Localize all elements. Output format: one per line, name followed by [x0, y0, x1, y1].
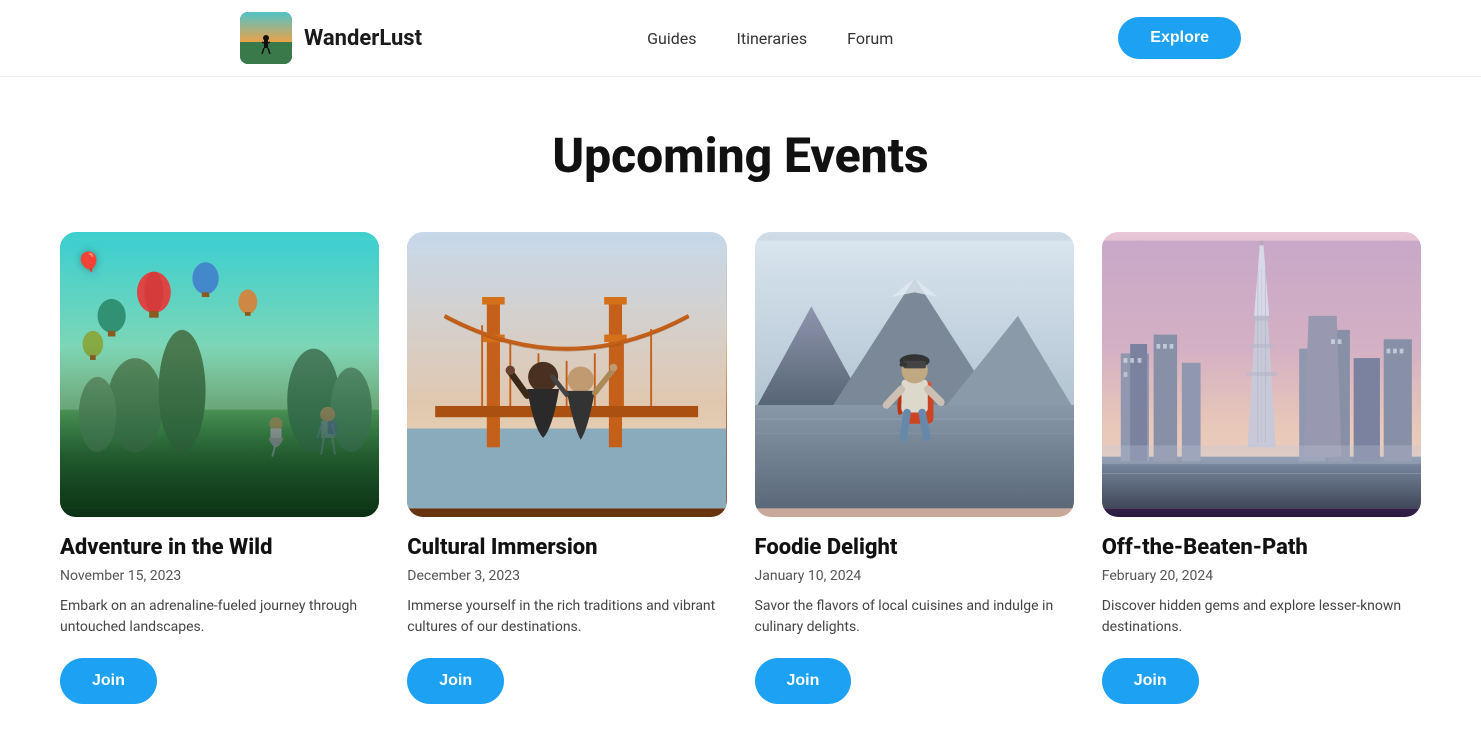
- event-image-foodie-delight: [755, 232, 1074, 517]
- event-name-foodie-delight: Foodie Delight: [755, 535, 1074, 560]
- event-desc-adventure-wild: Embark on an adrenaline-fueled journey t…: [60, 596, 379, 638]
- brand: WanderLust: [240, 12, 422, 64]
- event-desc-foodie-delight: Savor the flavors of local cuisines and …: [755, 596, 1074, 638]
- explore-button[interactable]: Explore: [1118, 17, 1241, 59]
- event-card-foodie-delight: Foodie Delight January 10, 2024 Savor th…: [755, 232, 1074, 704]
- page-title: Upcoming Events: [60, 127, 1421, 184]
- event-name-cultural-immersion: Cultural Immersion: [407, 535, 726, 560]
- event-card-cultural-immersion: Cultural Immersion December 3, 2023 Imme…: [407, 232, 726, 704]
- navbar-links: Guides Itineraries Forum: [647, 29, 893, 48]
- event-date-adventure-wild: November 15, 2023: [60, 568, 379, 584]
- join-button-cultural-immersion[interactable]: Join: [407, 658, 504, 704]
- event-image-adventure-wild: [60, 232, 379, 517]
- event-name-off-beaten-path: Off-the-Beaten-Path: [1102, 535, 1421, 560]
- main-content: Upcoming Events: [0, 77, 1481, 744]
- events-grid: Adventure in the Wild November 15, 2023 …: [60, 232, 1421, 704]
- brand-name: WanderLust: [304, 26, 422, 51]
- nav-link-forum[interactable]: Forum: [847, 29, 893, 48]
- event-date-off-beaten-path: February 20, 2024: [1102, 568, 1421, 584]
- nav-link-guides[interactable]: Guides: [647, 29, 696, 48]
- join-button-foodie-delight[interactable]: Join: [755, 658, 852, 704]
- event-image-off-beaten-path: [1102, 232, 1421, 517]
- nav-link-itineraries[interactable]: Itineraries: [736, 29, 807, 48]
- event-date-cultural-immersion: December 3, 2023: [407, 568, 726, 584]
- navbar: WanderLust Guides Itineraries Forum Expl…: [0, 0, 1481, 77]
- event-desc-cultural-immersion: Immerse yourself in the rich traditions …: [407, 596, 726, 638]
- event-image-cultural-immersion: [407, 232, 726, 517]
- brand-logo: [240, 12, 292, 64]
- event-date-foodie-delight: January 10, 2024: [755, 568, 1074, 584]
- event-card-off-beaten-path: Off-the-Beaten-Path February 20, 2024 Di…: [1102, 232, 1421, 704]
- event-card-adventure-wild: Adventure in the Wild November 15, 2023 …: [60, 232, 379, 704]
- event-desc-off-beaten-path: Discover hidden gems and explore lesser-…: [1102, 596, 1421, 638]
- event-name-adventure-wild: Adventure in the Wild: [60, 535, 379, 560]
- join-button-off-beaten-path[interactable]: Join: [1102, 658, 1199, 704]
- join-button-adventure-wild[interactable]: Join: [60, 658, 157, 704]
